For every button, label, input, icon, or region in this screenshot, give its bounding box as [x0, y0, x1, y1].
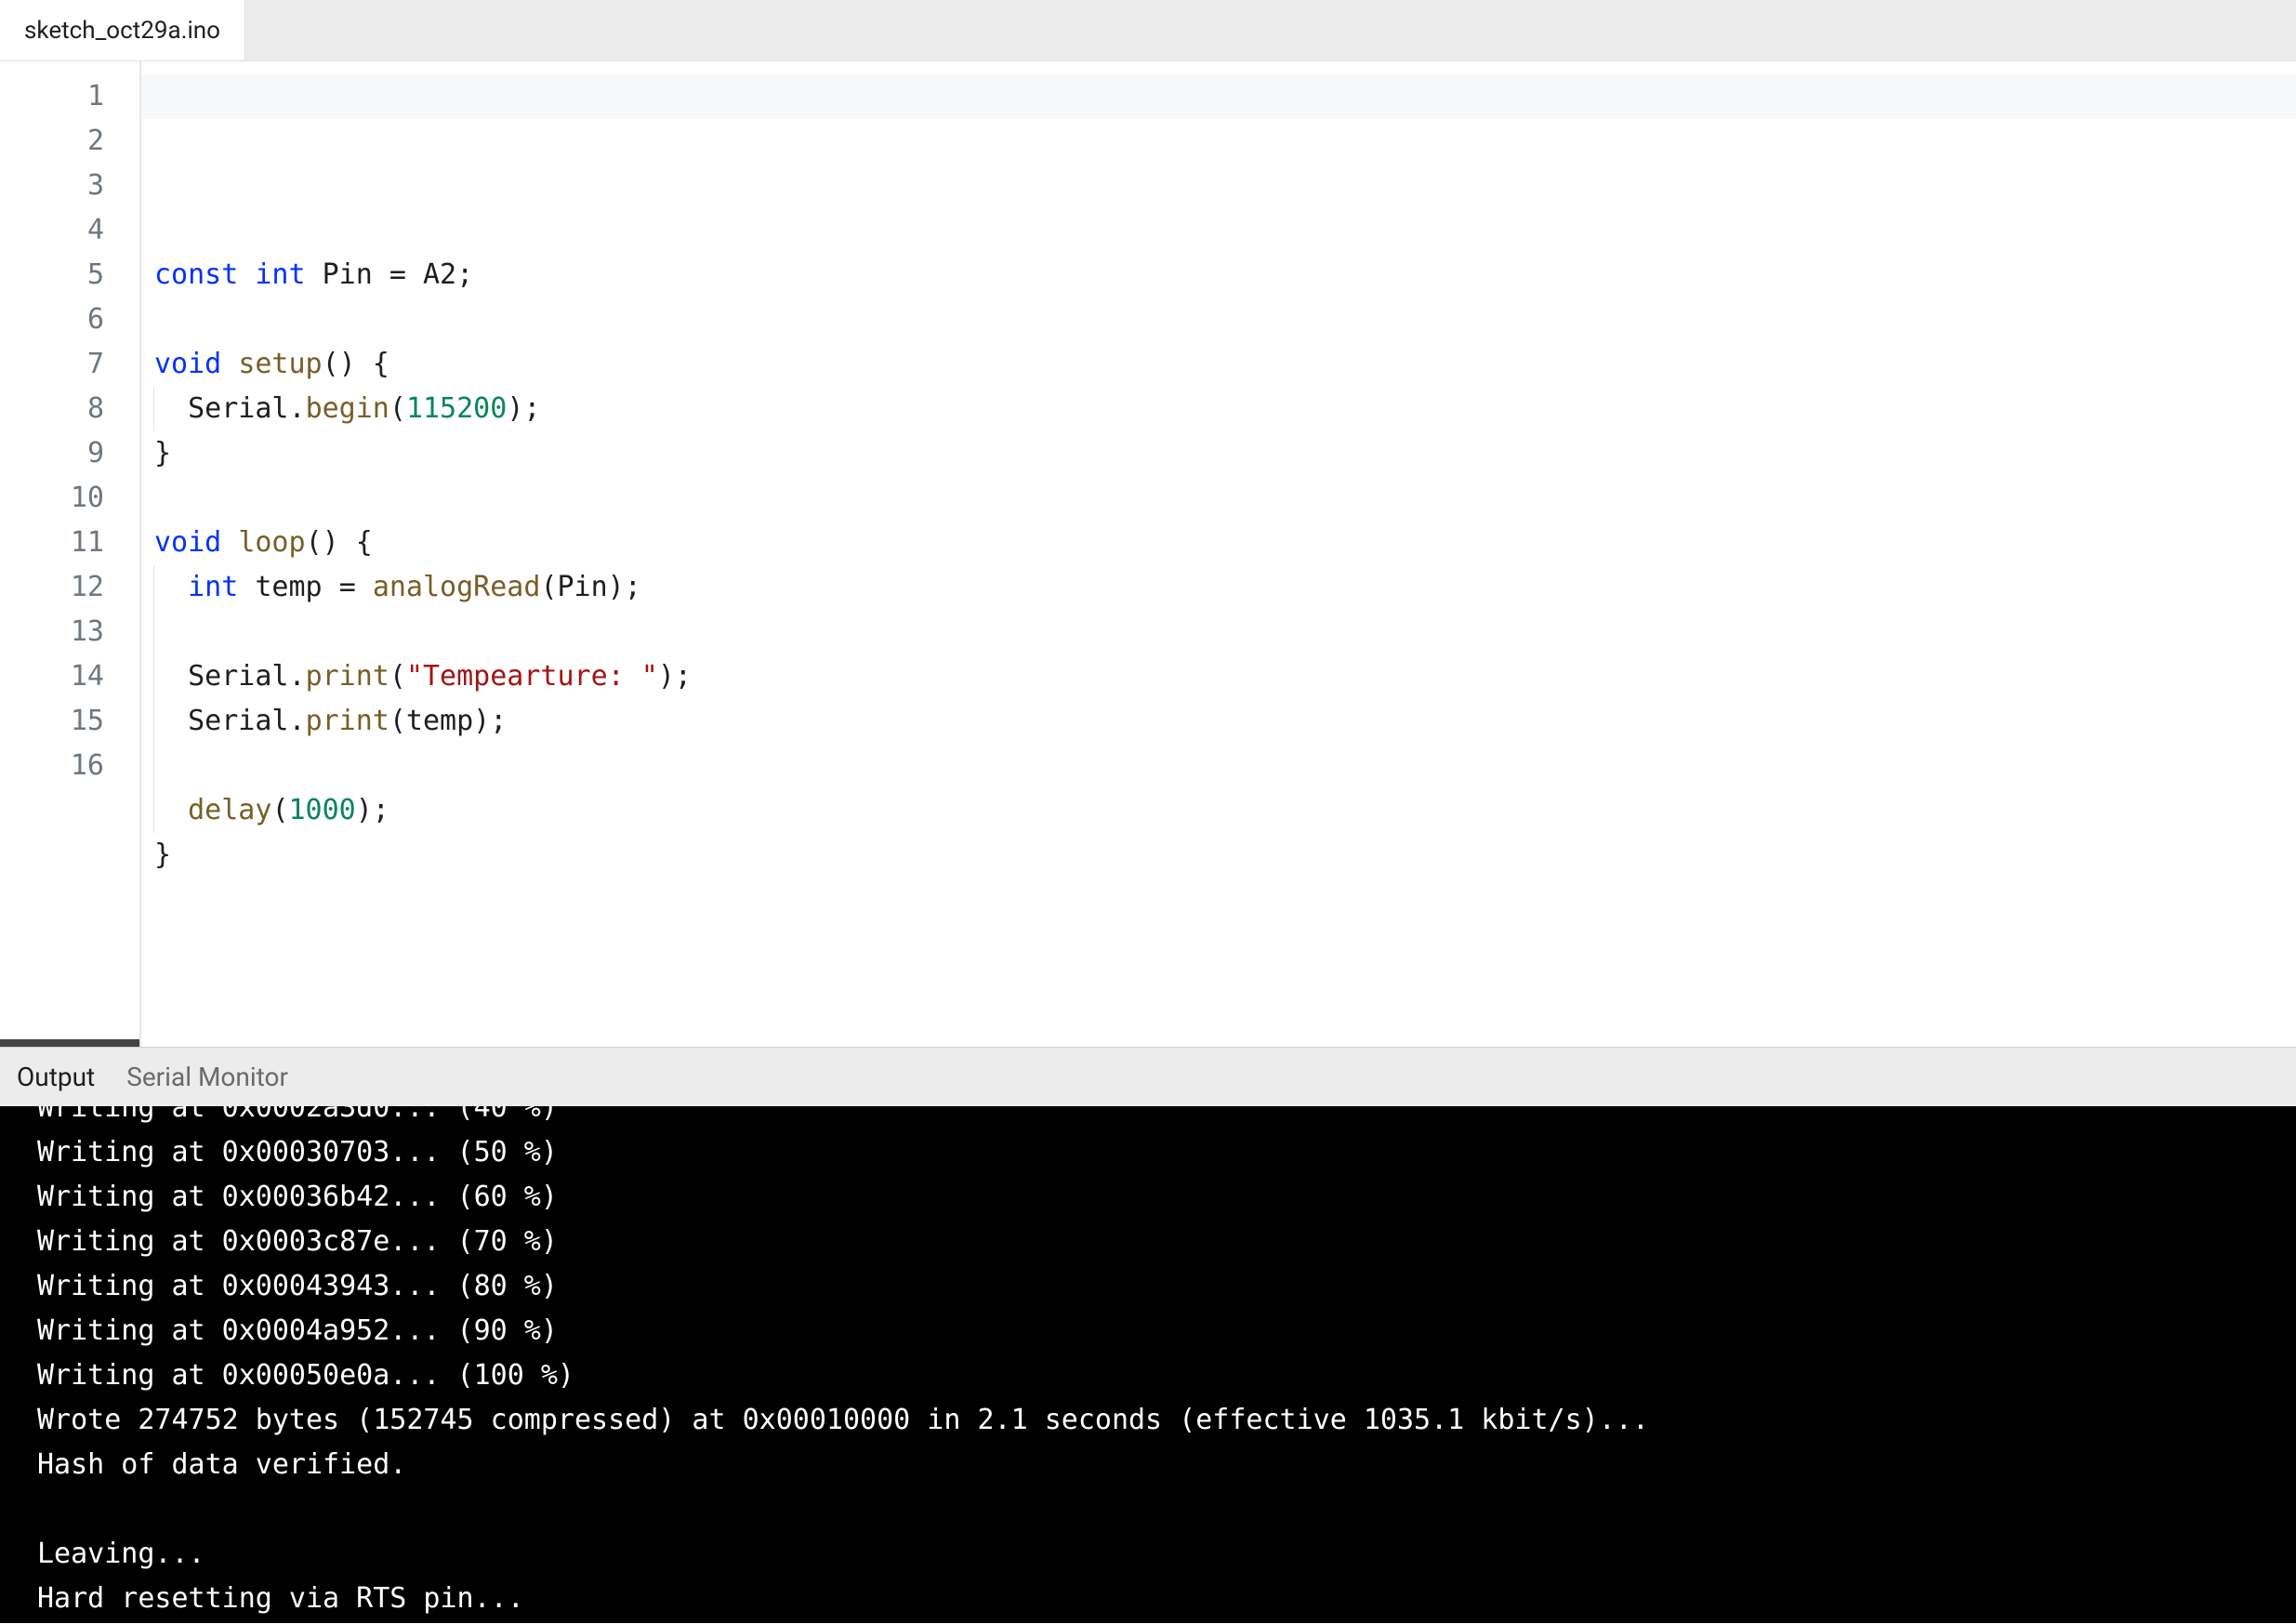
code-line[interactable]: } — [154, 431, 2296, 476]
code-line[interactable] — [154, 744, 2296, 788]
console-line: Writing at 0x00030703... (50 %) — [37, 1130, 2259, 1175]
console-line: Hash of data verified. — [37, 1443, 2259, 1487]
console-line: Writing at 0x0002a3d0... (40 %) — [37, 1106, 2259, 1130]
file-tab-active[interactable]: sketch_oct29a.ino — [0, 0, 245, 60]
console-line: Writing at 0x0003c87e... (70 %) — [37, 1220, 2259, 1264]
console-line: Writing at 0x00043943... (80 %) — [37, 1264, 2259, 1309]
line-number: 6 — [0, 297, 139, 342]
line-number: 2 — [0, 119, 139, 164]
code-line[interactable] — [154, 878, 2296, 922]
line-number: 14 — [0, 654, 139, 699]
console-line: Writing at 0x0004a952... (90 %) — [37, 1309, 2259, 1353]
console-line: Writing at 0x00050e0a... (100 %) — [37, 1353, 2259, 1398]
current-line-highlight — [141, 74, 2296, 119]
code-area[interactable]: const int Pin = A2; void setup() { Serial… — [139, 61, 2296, 1047]
code-line[interactable]: void loop() { — [154, 521, 2296, 565]
line-number: 4 — [0, 208, 139, 253]
code-line[interactable]: void setup() { — [154, 342, 2296, 387]
line-number: 12 — [0, 565, 139, 610]
line-number: 10 — [0, 476, 139, 521]
line-number: 3 — [0, 164, 139, 208]
console-line — [37, 1487, 2259, 1532]
code-line[interactable] — [154, 610, 2296, 654]
file-tab-label: sketch_oct29a.ino — [24, 17, 220, 45]
code-line[interactable]: Serial.print(temp); — [154, 699, 2296, 744]
code-editor[interactable]: 12345678910111213141516 const int Pin = … — [0, 61, 2296, 1047]
line-number: 7 — [0, 342, 139, 387]
line-number: 9 — [0, 431, 139, 476]
code-line[interactable] — [154, 297, 2296, 342]
console-line: Wrote 274752 bytes (152745 compressed) a… — [37, 1398, 2259, 1443]
line-number: 11 — [0, 521, 139, 565]
code-line[interactable]: Serial.print("Tempearture: "); — [154, 654, 2296, 699]
line-number: 8 — [0, 387, 139, 431]
code-line[interactable]: const int Pin = A2; — [154, 253, 2296, 297]
console-line: Hard resetting via RTS pin... — [37, 1577, 2259, 1621]
bottom-panel-tabbar: Output Serial Monitor — [0, 1047, 2296, 1106]
tab-serial-monitor[interactable]: Serial Monitor — [126, 1062, 288, 1092]
line-number: 16 — [0, 744, 139, 788]
console-line: Leaving... — [37, 1532, 2259, 1577]
tab-output[interactable]: Output — [17, 1062, 95, 1092]
code-line[interactable]: Serial.begin(115200); — [154, 387, 2296, 431]
editor-scrollbar-indicator[interactable] — [0, 1039, 139, 1047]
line-number: 13 — [0, 610, 139, 654]
line-number: 15 — [0, 699, 139, 744]
console-line: Writing at 0x00036b42... (60 %) — [37, 1175, 2259, 1220]
code-line[interactable]: int temp = analogRead(Pin); — [154, 565, 2296, 610]
line-number-gutter: 12345678910111213141516 — [0, 61, 139, 1047]
code-line[interactable] — [154, 476, 2296, 521]
code-line[interactable]: delay(1000); — [154, 788, 2296, 833]
file-tabbar: sketch_oct29a.ino — [0, 0, 2296, 61]
line-number: 1 — [0, 74, 139, 119]
line-number: 5 — [0, 253, 139, 297]
code-line[interactable]: } — [154, 833, 2296, 878]
code-line[interactable] — [154, 208, 2296, 253]
output-console[interactable]: Writing at 0x0002a3d0... (40 %)Writing a… — [0, 1106, 2296, 1623]
